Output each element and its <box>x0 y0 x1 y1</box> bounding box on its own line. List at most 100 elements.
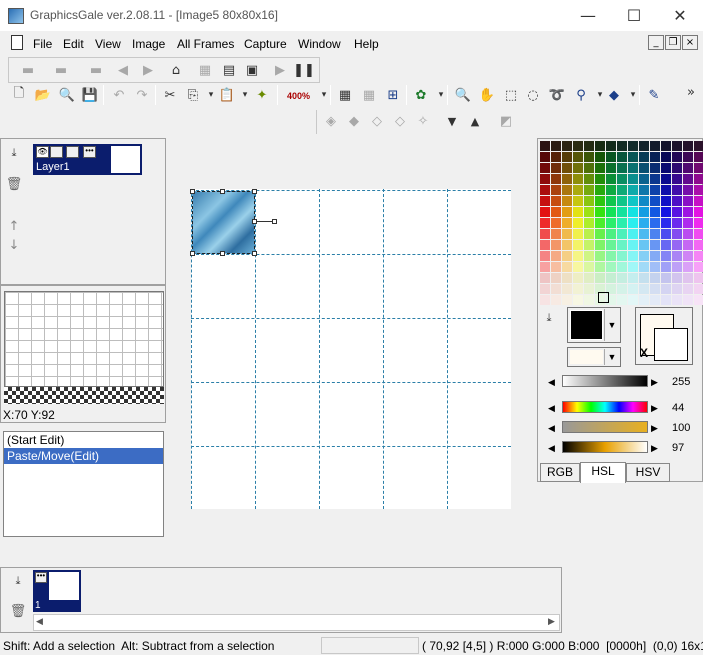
frame-sequence-icon[interactable]: ▦ <box>194 59 216 81</box>
palette-swatch[interactable] <box>584 141 594 151</box>
palette-swatch[interactable] <box>595 229 605 239</box>
palette-swatch[interactable] <box>639 185 649 195</box>
palette-swatch[interactable] <box>694 229 703 239</box>
open-folder-icon[interactable]: 📂 <box>32 84 54 106</box>
palette-swatch[interactable] <box>606 141 616 151</box>
palette-swatch[interactable] <box>562 185 572 195</box>
palette-swatch[interactable] <box>573 229 583 239</box>
palette-swatch[interactable] <box>551 218 561 228</box>
palette-swatch[interactable] <box>694 251 703 261</box>
slider-right-arrow[interactable]: ▶ <box>651 377 658 388</box>
palette-swatch[interactable] <box>562 152 572 162</box>
palette-swatch[interactable] <box>551 196 561 206</box>
palette-swatch[interactable] <box>628 207 638 217</box>
palette-swatch[interactable] <box>573 152 583 162</box>
zoom-dropdown-icon[interactable]: ▾ <box>313 84 335 106</box>
palette-swatch[interactable] <box>540 218 550 228</box>
palette-swatch[interactable] <box>584 284 594 294</box>
palette-swatch[interactable] <box>628 174 638 184</box>
pasted-selection[interactable] <box>192 191 255 254</box>
palette-swatch[interactable] <box>540 174 550 184</box>
palette-swatch[interactable] <box>573 196 583 206</box>
palette-swatch[interactable] <box>551 185 561 195</box>
palette-swatch[interactable] <box>683 262 693 272</box>
palette-swatch[interactable] <box>617 218 627 228</box>
palette-swatch[interactable] <box>694 207 703 217</box>
selection-transform-icon[interactable]: ✧ <box>412 110 434 132</box>
palette-swatch[interactable] <box>617 174 627 184</box>
palette-swatch[interactable] <box>573 218 583 228</box>
palette-swatch[interactable] <box>551 284 561 294</box>
move-up-icon[interactable]: ▲ <box>464 110 486 132</box>
palette-swatch[interactable] <box>584 295 594 305</box>
palette-swatch[interactable] <box>661 207 671 217</box>
luminance-value[interactable]: 97 <box>672 442 684 454</box>
tab-rgb[interactable]: RGB <box>540 463 580 482</box>
palette-swatch[interactable] <box>694 284 703 294</box>
frame-properties-icon[interactable]: ⌂ <box>165 59 187 81</box>
menu-help[interactable]: Help <box>354 37 379 51</box>
palette-swatch[interactable] <box>650 207 660 217</box>
palette-swatch[interactable] <box>584 229 594 239</box>
palette-swatch[interactable] <box>628 251 638 261</box>
palette-swatch[interactable] <box>672 196 682 206</box>
palette-swatch[interactable] <box>650 251 660 261</box>
selection-outline-icon[interactable]: ◇ <box>389 110 411 132</box>
palette-swatch[interactable] <box>672 163 682 173</box>
palette-swatch[interactable] <box>584 207 594 217</box>
toolbar-overflow-button[interactable]: » <box>683 81 699 103</box>
palette-swatch[interactable] <box>562 295 572 305</box>
palette-swatch[interactable] <box>661 262 671 272</box>
palette-swatch[interactable] <box>562 229 572 239</box>
palette-swatch[interactable] <box>540 262 550 272</box>
palette-swatch[interactable] <box>595 152 605 162</box>
hue-slider[interactable] <box>562 401 648 413</box>
palette-swatch[interactable] <box>694 273 703 283</box>
palette-swatch[interactable] <box>683 251 693 261</box>
palette-swatch[interactable] <box>617 251 627 261</box>
palette-swatch[interactable] <box>540 141 550 151</box>
palette-swatch[interactable] <box>639 229 649 239</box>
palette-swatch[interactable] <box>551 174 561 184</box>
palette-swatch[interactable] <box>683 284 693 294</box>
new-file-icon[interactable]: 🗋 <box>8 84 30 106</box>
palette-swatch[interactable] <box>595 207 605 217</box>
palette-swatch[interactable] <box>562 218 572 228</box>
palette-swatch[interactable] <box>584 196 594 206</box>
gray-value[interactable]: 255 <box>672 376 690 388</box>
rotation-handle[interactable] <box>272 219 277 224</box>
palette-swatch[interactable] <box>573 141 583 151</box>
selection-handle[interactable] <box>190 251 195 256</box>
palette-swatch[interactable] <box>606 152 616 162</box>
palette-swatch[interactable] <box>683 152 693 162</box>
palette-swatch[interactable] <box>562 240 572 250</box>
swap-label[interactable]: X <box>640 346 648 360</box>
grid-icon[interactable]: ▦ <box>334 84 356 106</box>
filter-icon[interactable]: ✿ <box>410 84 432 106</box>
palette-swatch[interactable] <box>617 152 627 162</box>
palette-swatch[interactable] <box>551 273 561 283</box>
rect-select-icon[interactable]: ⬚ <box>500 84 522 106</box>
palette-swatch[interactable] <box>573 163 583 173</box>
crop-icon[interactable]: ⊞ <box>382 84 404 106</box>
palette-swatch[interactable] <box>595 185 605 195</box>
palette-swatch[interactable] <box>540 152 550 162</box>
palette-swatch[interactable] <box>584 185 594 195</box>
palette-swatch[interactable] <box>639 207 649 217</box>
palette-swatch[interactable] <box>562 163 572 173</box>
palette-swatch[interactable] <box>562 196 572 206</box>
tab-hsl[interactable]: HSL <box>580 462 626 483</box>
palette-swatch[interactable] <box>595 240 605 250</box>
palette-swatch[interactable] <box>573 207 583 217</box>
slider-left-arrow[interactable]: ◀ <box>548 443 555 454</box>
luminance-slider[interactable] <box>562 441 648 453</box>
fg-bg-swatch[interactable]: X <box>635 307 693 365</box>
layer-import-icon[interactable]: ⤓ <box>3 142 25 164</box>
palette-swatch[interactable] <box>562 273 572 283</box>
palette-swatch[interactable] <box>672 284 682 294</box>
palette-swatch[interactable] <box>628 218 638 228</box>
fill-dropdown-icon[interactable]: ▾ <box>622 84 644 106</box>
palette-swatch[interactable] <box>694 141 703 151</box>
palette-swatch[interactable] <box>595 196 605 206</box>
palette-swatch[interactable] <box>540 295 550 305</box>
